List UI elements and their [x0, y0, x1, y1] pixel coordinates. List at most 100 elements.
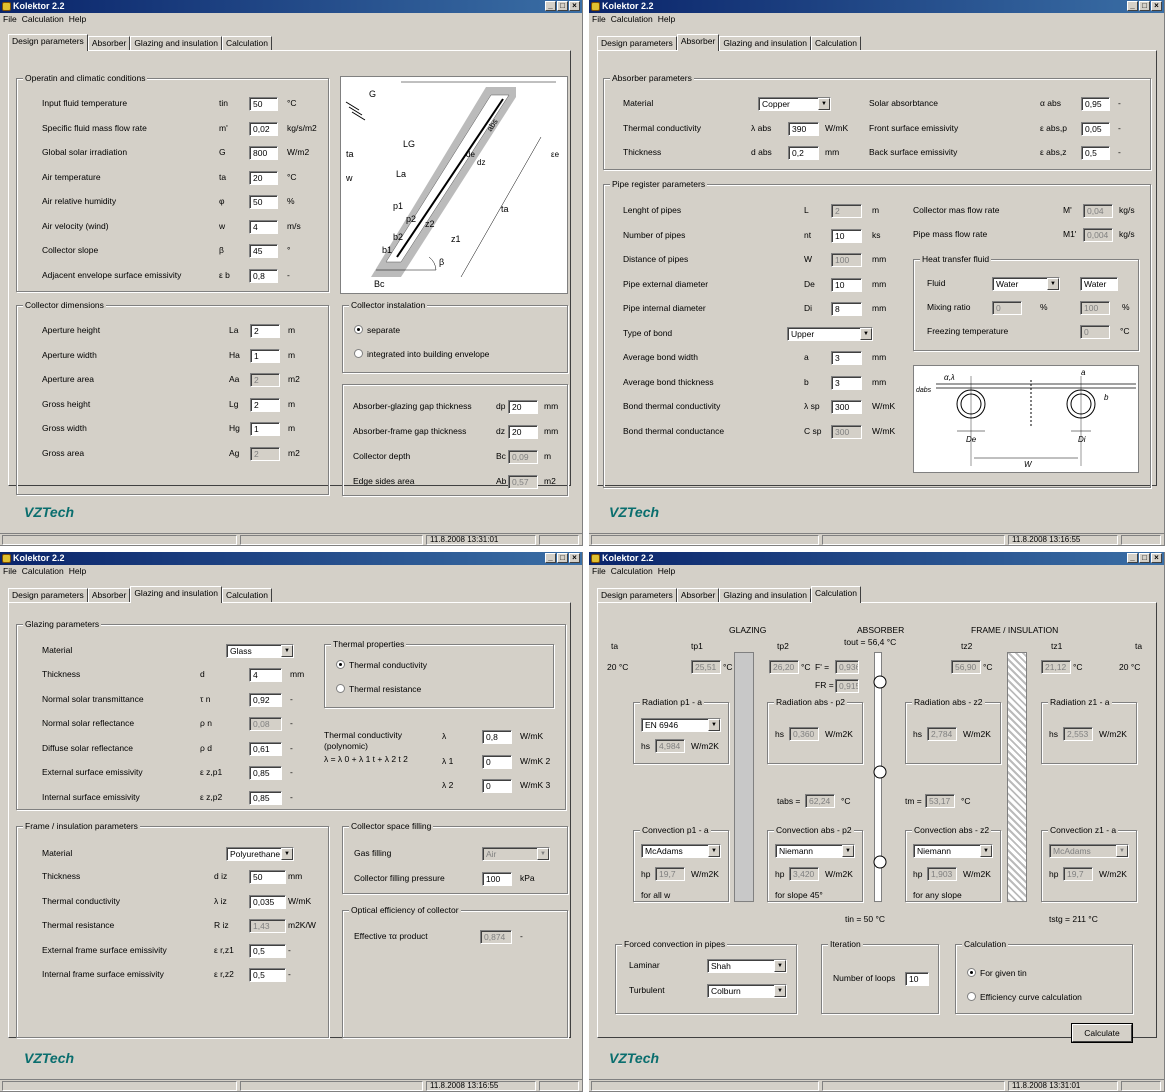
- row-input[interactable]: 0,61: [249, 741, 282, 756]
- close-button[interactable]: ×: [1151, 553, 1162, 563]
- row-input[interactable]: 0: [482, 754, 512, 769]
- row-input[interactable]: 20: [508, 425, 538, 439]
- menu-help[interactable]: Help: [658, 566, 675, 576]
- row-input[interactable]: 45: [249, 244, 278, 258]
- menu-file[interactable]: File: [592, 566, 606, 576]
- radio-given-tin[interactable]: For given tin: [967, 968, 1027, 979]
- pipe-mass-flow-input[interactable]: 0,004: [1083, 228, 1113, 242]
- tab-design-parameters[interactable]: Design parameters: [8, 34, 88, 51]
- convection-model-select[interactable]: Niemann ▼: [913, 844, 993, 858]
- row-input[interactable]: 0,85: [249, 790, 282, 805]
- menu-calculation[interactable]: Calculation: [611, 14, 653, 24]
- tab-calculation[interactable]: Calculation: [810, 36, 862, 51]
- row-input[interactable]: 0,8: [482, 730, 512, 744]
- thermal-conductivity-input[interactable]: 390: [788, 122, 819, 136]
- row-input[interactable]: 20: [249, 170, 278, 185]
- fluid-name-input[interactable]: Water: [1080, 277, 1118, 291]
- radio-separate[interactable]: separate: [354, 325, 400, 336]
- row-input[interactable]: 0,92: [249, 692, 282, 707]
- calculate-button[interactable]: Calculate: [1072, 1024, 1132, 1042]
- tab-calculation[interactable]: Calculation: [221, 588, 273, 603]
- row-input[interactable]: 0,5: [249, 968, 286, 982]
- tab-design-parameters[interactable]: Design parameters: [8, 588, 88, 603]
- row-input[interactable]: 2: [250, 397, 280, 412]
- row-input[interactable]: 300: [831, 424, 862, 439]
- row-input[interactable]: 2: [250, 373, 280, 387]
- row-input[interactable]: 0,5: [249, 943, 286, 958]
- fluid-select[interactable]: Water ▼: [992, 277, 1060, 291]
- tab-absorber[interactable]: Absorber: [87, 588, 131, 603]
- maximize-button[interactable]: □: [557, 553, 568, 563]
- bond-type-select[interactable]: Upper ▼: [787, 327, 873, 341]
- gas-filling-select[interactable]: Air ▼: [482, 847, 550, 861]
- radio-integrated[interactable]: integrated into building envelope: [354, 349, 489, 360]
- row-input[interactable]: 0,8: [249, 268, 278, 283]
- maximize-button[interactable]: □: [557, 1, 568, 11]
- mixing-ratio-input[interactable]: 0: [992, 301, 1022, 315]
- menu-calculation[interactable]: Calculation: [22, 566, 64, 576]
- tab-design-parameters[interactable]: Design parameters: [597, 588, 677, 603]
- row-input[interactable]: 20: [508, 400, 538, 414]
- front-emissivity-input[interactable]: 0,05: [1081, 122, 1110, 136]
- radio-thermal-resistance[interactable]: Thermal resistance: [336, 684, 421, 695]
- collector-mass-flow-input[interactable]: 0,04: [1083, 204, 1113, 218]
- radio-thermal-conductivity[interactable]: Thermal conductivity: [336, 660, 427, 671]
- row-input[interactable]: 1: [250, 348, 280, 363]
- convection-model-select[interactable]: Niemann ▼: [775, 844, 855, 858]
- close-button[interactable]: ×: [569, 553, 580, 563]
- solar-absorbtance-input[interactable]: 0,95: [1081, 97, 1110, 111]
- menu-file[interactable]: File: [592, 14, 606, 24]
- glazing-material-select[interactable]: Glass ▼: [226, 644, 294, 658]
- thickness-input[interactable]: 0,2: [788, 146, 819, 160]
- row-input[interactable]: 10: [831, 228, 862, 243]
- row-input[interactable]: 2: [250, 446, 280, 461]
- minimize-button[interactable]: _: [545, 553, 556, 563]
- insulation-material-select[interactable]: Polyurethane ▼: [226, 847, 294, 861]
- close-button[interactable]: ×: [1151, 1, 1162, 11]
- row-input[interactable]: 3: [831, 375, 862, 390]
- row-input[interactable]: 3: [831, 351, 862, 365]
- row-input[interactable]: 50: [249, 97, 278, 111]
- tab-design-parameters[interactable]: Design parameters: [597, 36, 677, 51]
- row-input[interactable]: 0,08: [249, 717, 282, 731]
- tab-glazing-insulation[interactable]: Glazing and insulation: [130, 36, 222, 51]
- row-input[interactable]: 4: [249, 668, 282, 682]
- tab-absorber[interactable]: Absorber: [87, 36, 131, 51]
- radio-efficiency-curve[interactable]: Efficiency curve calculation: [967, 992, 1082, 1003]
- maximize-button[interactable]: □: [1139, 1, 1150, 11]
- row-input[interactable]: 0,57: [508, 475, 538, 489]
- row-input[interactable]: 0,85: [249, 766, 282, 780]
- menu-help[interactable]: Help: [658, 14, 675, 24]
- menu-calculation[interactable]: Calculation: [611, 566, 653, 576]
- freezing-temp-input[interactable]: 0: [1080, 325, 1110, 339]
- row-input[interactable]: 300: [831, 400, 862, 414]
- convection-model-select[interactable]: McAdams ▼: [641, 844, 721, 858]
- menu-calculation[interactable]: Calculation: [22, 14, 64, 24]
- row-input[interactable]: 2: [831, 204, 862, 218]
- row-input[interactable]: 1: [250, 422, 280, 436]
- tab-absorber[interactable]: Absorber: [676, 34, 720, 51]
- row-input[interactable]: 8: [831, 302, 862, 316]
- mixing-ratio-water-input[interactable]: 100: [1080, 301, 1110, 315]
- loops-input[interactable]: 10: [905, 972, 929, 986]
- turbulent-select[interactable]: Colburn ▼: [707, 984, 787, 998]
- tab-glazing-insulation[interactable]: Glazing and insulation: [719, 588, 811, 603]
- absorber-material-select[interactable]: Copper ▼: [758, 97, 831, 111]
- back-emissivity-input[interactable]: 0,5: [1081, 146, 1110, 160]
- row-input[interactable]: 0,02: [249, 121, 278, 136]
- row-input[interactable]: 800: [249, 146, 278, 160]
- row-input[interactable]: 0,035: [249, 894, 286, 909]
- tab-glazing-insulation[interactable]: Glazing and insulation: [130, 586, 222, 603]
- row-input[interactable]: 50: [249, 195, 278, 209]
- tab-glazing-insulation[interactable]: Glazing and insulation: [719, 36, 811, 51]
- menu-help[interactable]: Help: [69, 14, 86, 24]
- convection-model-select[interactable]: McAdams ▼: [1049, 844, 1129, 858]
- row-input[interactable]: 1,43: [249, 919, 286, 933]
- close-button[interactable]: ×: [569, 1, 580, 11]
- menu-file[interactable]: File: [3, 14, 17, 24]
- row-input[interactable]: 10: [831, 277, 862, 292]
- row-input[interactable]: 50: [249, 870, 286, 884]
- minimize-button[interactable]: _: [1127, 553, 1138, 563]
- maximize-button[interactable]: □: [1139, 553, 1150, 563]
- row-input[interactable]: 0: [482, 779, 512, 793]
